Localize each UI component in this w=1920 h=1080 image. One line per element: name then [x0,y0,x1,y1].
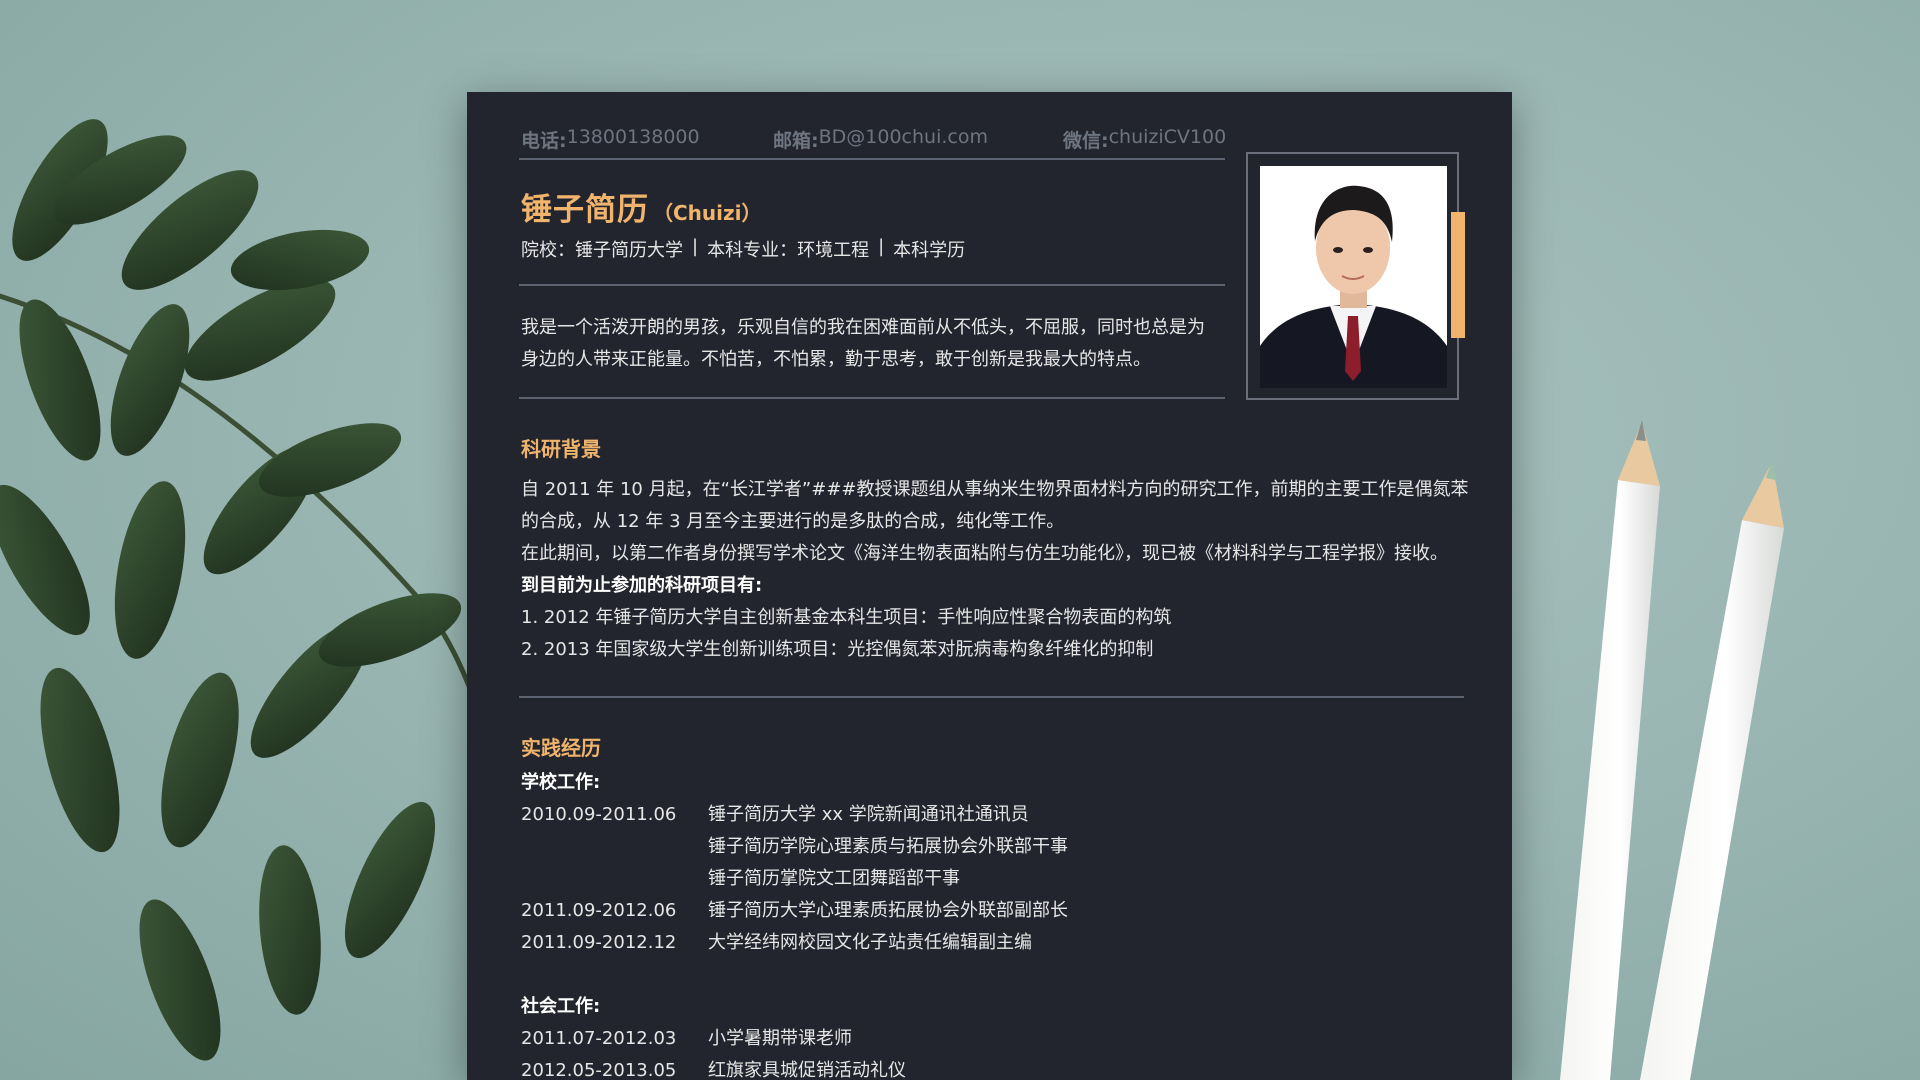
research-section-title: 科研背景 [521,437,601,461]
contact-info: 电话: 13800138000 邮箱: BD@100chui.com 微信: c… [521,126,1227,153]
research-content: 自 2011 年 10 月起，在“长江学者”###教授课题组从事纳米生物界面材料… [521,474,1471,666]
social-work-heading: 社会工作: [521,996,601,1017]
experience-date [521,831,708,863]
education-summary: 院校：锤子简历大学 | 本科专业：环境工程 | 本科学历 [521,236,965,262]
experience-description: 锤子简历大学心理素质拓展协会外联部副部长 [708,900,1068,921]
experience-row: 2011.07-2012.03 小学暑期带课老师 [521,1023,1471,1055]
divider [519,158,1225,160]
portrait-icon [1260,166,1447,388]
degree-name: 本科学历 [893,240,966,261]
experience-date: 2011.09-2012.06 [521,900,677,921]
major-name: 本科专业：环境工程 [707,240,870,261]
wechat-value: chuiziCV100 [1108,126,1227,148]
project-item: 1. 2012 年锤子简历大学自主创新基金本科生项目：手性响应性聚合物表面的构筑 [521,607,1172,628]
experience-description: 锤子简历学院心理素质与拓展协会外联部干事 [708,836,1068,857]
experience-description: 锤子简历大学 xx 学院新闻通讯社通讯员 [708,804,1029,825]
experience-row: 2011.09-2012.12 大学经纬网校园文化子站责任编辑副主编 [521,927,1471,959]
experience-description: 小学暑期带课老师 [708,1028,852,1049]
email-value: BD@100chui.com [818,126,988,148]
experience-date: 2011.07-2012.03 [521,1028,677,1049]
wechat-info: 微信: chuiziCV100 [1063,126,1226,153]
project-item: 2. 2013 年国家级大学生创新训练项目：光控偶氮苯对朊病毒构象纤维化的抑制 [521,639,1154,660]
phone-label: 电话: [521,130,567,152]
experience-date: 2012.05-2013.05 [521,1060,677,1080]
experience-date: 2011.09-2012.12 [521,932,677,953]
projects-heading: 到目前为止参加的科研项目有: [521,575,763,596]
divider [519,397,1225,399]
experience-description: 红旗家具城促销活动礼仪 [708,1060,906,1080]
school-name: 院校：锤子简历大学 [521,240,683,261]
wechat-label: 微信: [1063,130,1109,152]
self-introduction: 我是一个活泼开朗的男孩，乐观自信的我在困难面前从不低头，不屈服，同时也总是为身边… [521,317,1205,370]
divider [519,696,1464,698]
experience-description: 大学经纬网校园文化子站责任编辑副主编 [708,932,1032,953]
candidate-name-en: （Chuizi） [653,201,762,225]
practice-content: 学校工作: 2010.09-2011.06 锤子简历大学 xx 学院新闻通讯社通… [521,767,1471,1080]
leaf-branch-icon [0,119,523,1061]
phone-info: 电话: 13800138000 [521,126,773,153]
photo-accent-bar [1451,212,1465,338]
phone-value: 13800138000 [566,126,700,148]
resume-page: 电话: 13800138000 邮箱: BD@100chui.com 微信: c… [467,92,1512,1080]
separator: | [878,236,885,257]
experience-row: 2012.05-2013.05 红旗家具城促销活动礼仪 [521,1055,1471,1080]
pencil-icon [1560,420,1660,1080]
pencil-icon [1640,460,1784,1080]
experience-description: 锤子简历掌院文工团舞蹈部干事 [708,868,960,889]
experience-row: 2010.09-2011.06 锤子简历大学 xx 学院新闻通讯社通讯员 [521,799,1471,831]
email-info: 邮箱: BD@100chui.com [773,126,1063,153]
divider [519,284,1225,286]
practice-section-title: 实践经历 [521,736,601,760]
research-paragraph: 在此期间，以第二作者身份撰写学术论文《海洋生物表面粘附与仿生功能化》，现已被《材… [521,543,1448,564]
research-paragraph: 自 2011 年 10 月起，在“长江学者”###教授课题组从事纳米生物界面材料… [521,479,1469,532]
candidate-name: 锤子简历 [521,192,649,228]
school-work-heading: 学校工作: [521,772,601,793]
photo-frame [1246,152,1459,400]
experience-row: 锤子简历掌院文工团舞蹈部干事 [521,863,1471,895]
experience-row: 锤子简历学院心理素质与拓展协会外联部干事 [521,831,1471,863]
experience-date [521,863,708,895]
email-label: 邮箱: [773,130,819,152]
separator: | [692,236,699,257]
name-row: 锤子简历 （Chuizi） [521,184,762,229]
avatar [1260,166,1447,388]
experience-row: 2011.09-2012.06 锤子简历大学心理素质拓展协会外联部副部长 [521,895,1471,927]
experience-date: 2010.09-2011.06 [521,804,677,825]
